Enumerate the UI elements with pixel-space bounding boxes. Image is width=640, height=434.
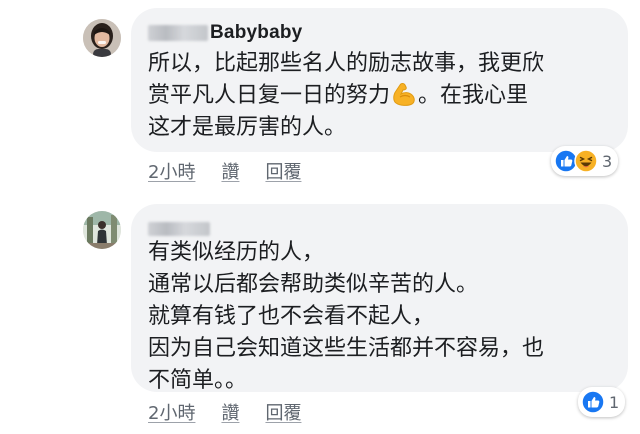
comment-text: 所以，比起那些名人的励志故事，我更欣 赏平凡人日复一日的努力 。在我心里 这才是… [148, 48, 614, 144]
timestamp-link[interactable]: 2小時 [148, 399, 195, 425]
timestamp-link[interactable]: 2小時 [148, 158, 195, 184]
reply-button[interactable]: 回覆 [265, 158, 301, 184]
haha-icon [574, 149, 598, 173]
comment-text: 有类似经历的人， 通常以后都会帮助类似辛苦的人。 就算有钱了也不会看不起人， 因… [148, 240, 545, 393]
reaction-count: 3 [602, 151, 613, 171]
redacted-name [148, 25, 208, 41]
author-name[interactable]: Babybaby [210, 22, 302, 44]
comment-bubble: Babybaby 所以，比起那些名人的励志故事，我更欣 赏平凡人日复一日的努力 … [131, 8, 628, 152]
reply-button[interactable]: 回覆 [265, 399, 301, 425]
flexed-biceps-icon [393, 83, 415, 106]
like-button[interactable]: 讚 [221, 399, 239, 425]
redacted-name [148, 222, 210, 236]
comment: 有类似经历的人， 通常以后都会帮助类似辛苦的人。 就算有钱了也不会看不起人， 因… [0, 200, 640, 434]
avatar[interactable] [83, 19, 121, 57]
comment-bubble: 有类似经历的人， 通常以后都会帮助类似辛苦的人。 就算有钱了也不会看不起人， 因… [131, 204, 628, 393]
comment-line: 这才是最厉害的人。 [148, 115, 347, 140]
reactions-summary[interactable]: 1 [578, 387, 626, 417]
comment-actions: 2小時 讚 回覆 [148, 399, 301, 425]
comment-actions: 2小時 讚 回覆 [148, 158, 301, 184]
comment: Babybaby 所以，比起那些名人的励志故事，我更欣 赏平凡人日复一日的努力 … [0, 0, 640, 200]
like-icon [581, 390, 605, 414]
reactions-summary[interactable]: 3 [551, 146, 619, 176]
comment-line: 。在我心里 [418, 83, 529, 108]
comment-thread: Babybaby 所以，比起那些名人的励志故事，我更欣 赏平凡人日复一日的努力 … [0, 0, 640, 434]
reaction-count: 1 [609, 392, 620, 412]
profile-photo-icon [83, 211, 121, 249]
like-button[interactable]: 讚 [221, 158, 239, 184]
profile-photo-icon [83, 19, 121, 57]
avatar[interactable] [83, 211, 121, 249]
comment-line: 赏平凡人日复一日的努力 [148, 83, 391, 108]
author-line: Babybaby [148, 22, 302, 44]
comment-line: 所以，比起那些名人的励志故事，我更欣 [148, 51, 545, 76]
